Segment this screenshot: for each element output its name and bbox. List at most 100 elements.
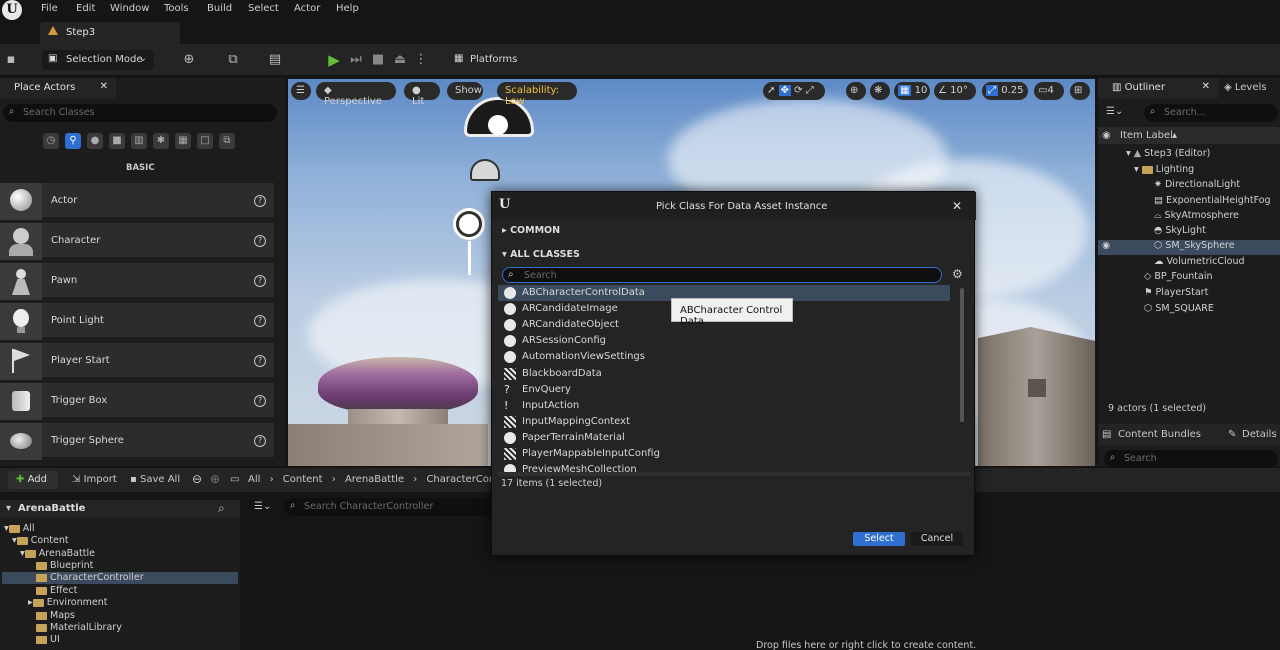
collapse-icon[interactable]: ▾ [6,503,11,514]
tree-item-materiallibrary[interactable]: MaterialLibrary [36,622,122,634]
help-icon[interactable]: ? [254,435,266,447]
class-item[interactable]: InputMappingContext [498,414,950,430]
world-local-icon[interactable]: ⊕ [846,82,866,100]
move-icon[interactable]: ✥ [778,85,791,96]
volumes-icon[interactable]: ▦ [175,133,191,149]
actor-item-character[interactable]: Character ? [0,223,274,260]
viewport-menu-icon[interactable]: ☰ [291,82,311,100]
menu-tools[interactable]: Tools [164,3,189,14]
tree-item-content[interactable]: ▾ Content [12,535,69,547]
outliner-row[interactable]: ▾ ▲ Step3 (Editor) [1098,148,1280,163]
menu-actor[interactable]: Actor [294,3,320,14]
point-light-icon[interactable] [456,211,482,237]
search-icon[interactable]: ⌕ [218,501,225,516]
class-item[interactable]: PreviewMeshCollection [498,462,950,472]
help-icon[interactable]: ? [254,395,266,407]
outliner-tab[interactable]: ▥ Outliner ✕ [1098,78,1218,98]
blueprint-icon[interactable]: ⧉ [224,51,242,69]
outliner-row[interactable]: ⌓ SkyAtmosphere [1098,210,1280,225]
scrollbar[interactable] [960,288,964,422]
scalability-badge[interactable]: Scalability: Low [497,82,577,107]
visual-effects-icon[interactable]: ✱ [153,133,169,149]
actor-item-point-light[interactable]: Point Light ? [0,303,274,340]
all-classes-icon[interactable]: ⧉ [219,133,235,149]
class-item[interactable]: AutomationViewSettings [498,349,950,365]
settings-gear-icon[interactable]: ⚙ [952,267,963,281]
close-icon[interactable]: ✕ [100,81,108,92]
close-icon[interactable]: ✕ [952,199,962,213]
filter-icon[interactable]: ☰⌄ [254,501,271,512]
tree-item-environment[interactable]: ▸ Environment [28,597,107,609]
outliner-row[interactable]: ◓ SkyLight [1098,225,1280,240]
selection-mode-dropdown[interactable]: ▣ Selection Mode ⌄ [42,50,154,70]
class-item[interactable]: ARSessionConfig [498,333,950,349]
cinematics-icon[interactable]: ▤ [266,51,284,69]
outliner-row[interactable]: ⚑ PlayerStart [1098,287,1280,302]
rotation-snap-button[interactable]: ∠ 10° [934,82,976,100]
tree-item-all[interactable]: ▾ All [4,523,35,535]
menu-build[interactable]: Build [207,3,232,14]
step-icon[interactable]: ⏭ [347,51,365,69]
place-actors-tab[interactable]: Place Actors ✕ [0,78,116,98]
menu-file[interactable]: File [41,3,58,14]
all-classes-section[interactable]: ▾ ALL CLASSES [502,249,580,260]
actor-item-pawn[interactable]: Pawn ? [0,263,274,300]
close-icon[interactable]: ✕ [1202,81,1210,92]
breadcrumb-all[interactable]: All [248,474,260,485]
outliner-row[interactable]: ◇ BP_Fountain [1098,271,1280,286]
rotate-icon[interactable]: ⟳ [794,85,802,96]
menu-select[interactable]: Select [248,3,279,14]
breadcrumb-arenabattle[interactable]: ArenaBattle [345,474,404,485]
outliner-row[interactable]: ▤ ExponentialHeightFog [1098,195,1280,210]
import-button[interactable]: ⇲ Import [72,474,117,485]
help-icon[interactable]: ? [254,275,266,287]
asset-search-input[interactable]: ⌕ Search CharacterController [284,498,494,516]
help-icon[interactable]: ? [254,235,266,247]
stop-icon[interactable]: ■ [369,51,387,69]
camera-speed-button[interactable]: ▭4 [1034,82,1064,100]
help-icon[interactable]: ? [254,315,266,327]
outliner-search-input[interactable]: ⌕ Search... [1144,104,1278,122]
visibility-icon[interactable]: ◉ [1102,240,1110,251]
class-item[interactable]: ! InputAction [498,398,950,414]
scale-icon[interactable]: ⤢ [806,85,814,96]
outliner-row[interactable]: ▾ Lighting [1098,164,1280,179]
outliner-row[interactable]: ✷ DirectionalLight [1098,179,1280,194]
item-label-column[interactable]: Item Label [1120,130,1173,141]
help-icon[interactable]: ? [254,355,266,367]
add-button[interactable]: ✚ Add [8,471,58,489]
select-button[interactable]: Select [853,532,905,546]
levels-tab[interactable]: ◈ Levels [1224,82,1266,93]
details-tab[interactable]: Details [1242,429,1277,440]
show-button[interactable]: Show [447,82,483,100]
cinematic-icon[interactable]: ▥ [131,133,147,149]
folder-icon[interactable]: ▭ [230,474,239,485]
lit-button[interactable]: ● Lit [404,82,440,107]
filter-icon[interactable]: ☰⌄ [1106,106,1123,117]
play-icon[interactable]: ▶ [325,51,343,69]
basic-category-icon[interactable]: ⚲ [65,133,81,149]
class-item[interactable]: ? EnvQuery [498,382,950,398]
bundles-search-input[interactable]: ⌕ Search [1104,450,1278,468]
save-icon[interactable]: ▪ [2,51,20,69]
class-item[interactable]: PlayerMappableInputConfig [498,446,950,462]
add-actor-icon[interactable]: ⊕ [180,51,198,69]
actor-item-trigger-box[interactable]: Trigger Box ? [0,383,274,420]
grid-snap-button[interactable]: ▦ 10 [894,82,930,100]
class-item[interactable]: PaperTerrainMaterial [498,430,950,446]
geometry-icon[interactable]: □ [197,133,213,149]
maximize-viewport-icon[interactable]: ⊞ [1070,82,1090,100]
more-options-icon[interactable]: ⋮ [412,51,430,69]
cancel-button[interactable]: Cancel [911,532,963,546]
save-all-button[interactable]: ▪ Save All [130,474,180,485]
back-icon[interactable]: ⊖ [192,472,202,486]
tree-item-arenabattle[interactable]: ▾ ArenaBattle [20,548,95,560]
surface-snap-icon[interactable]: ❋ [870,82,890,100]
menu-edit[interactable]: Edit [76,3,95,14]
class-item[interactable]: BlackboardData [498,366,950,382]
platforms-dropdown[interactable]: ▦ Platforms [448,50,532,70]
sky-light-icon[interactable] [470,159,500,181]
visibility-icon[interactable]: ◉ [1102,130,1111,141]
tree-item-effect[interactable]: Effect [36,585,77,597]
menu-help[interactable]: Help [336,3,359,14]
